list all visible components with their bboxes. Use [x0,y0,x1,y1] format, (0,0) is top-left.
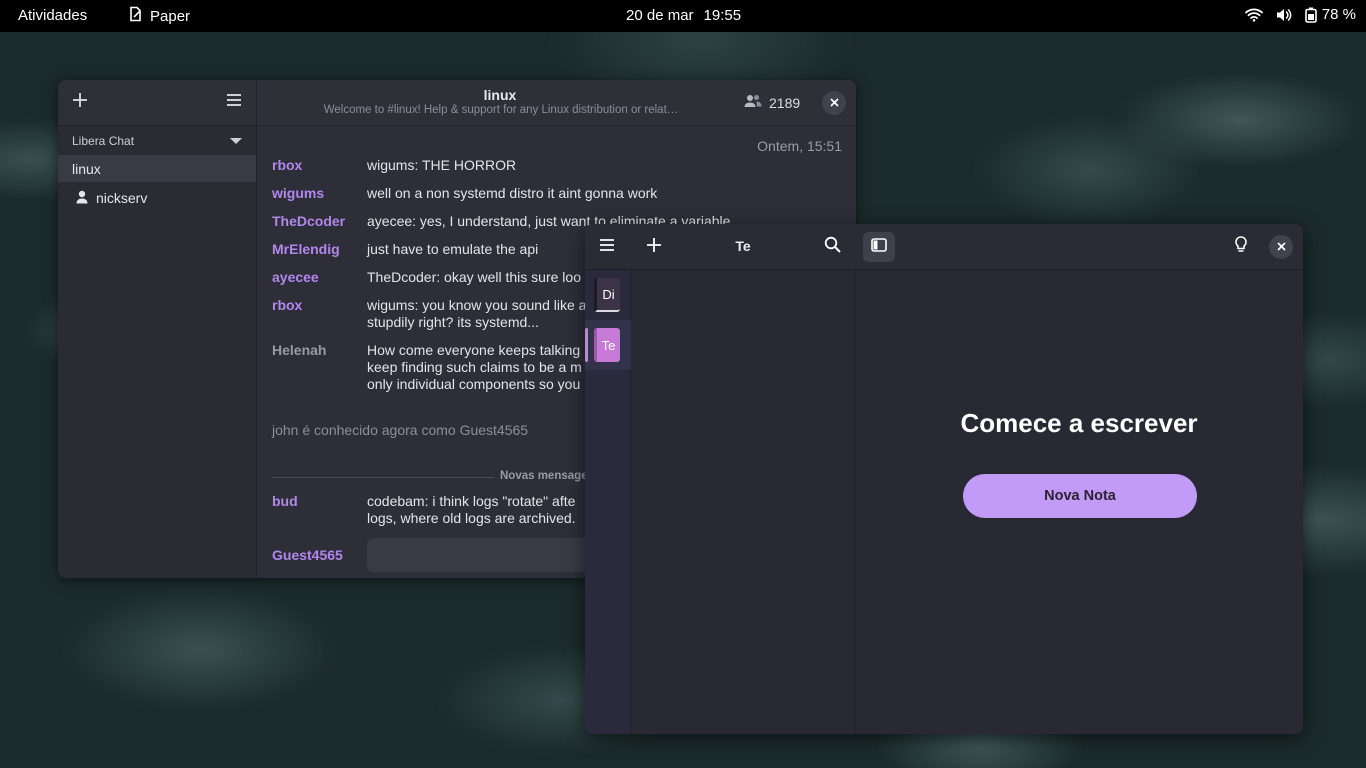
app-menu-button[interactable]: Paper [128,6,190,26]
message-nick[interactable]: TheDcoder [272,213,345,230]
date-marker: Ontem, 15:51 [757,138,842,154]
irc-sidebar-header [58,80,256,126]
empty-state-title: Comece a escrever [960,408,1198,438]
network-name: Libera Chat [72,133,135,148]
user-count: 2189 [769,94,801,111]
tips-button[interactable] [1225,232,1257,262]
search-icon [824,236,841,258]
battery-icon [1304,7,1317,23]
users-icon [744,94,762,111]
activities-button[interactable]: Atividades [18,7,87,24]
close-icon [829,94,839,112]
user-list-button[interactable]: 2189 [744,94,800,111]
menu-icon[interactable] [226,93,242,112]
query-item-nickserv[interactable]: nickserv [58,182,256,214]
message-text: wigums: THE HORROR [367,157,517,173]
battery-percent: 78 % [1321,6,1356,23]
lightbulb-icon [1234,236,1248,258]
message-text: codebam: i think logs "rotate" afte logs… [367,493,576,526]
message-nick[interactable]: rbox [272,297,302,314]
notebook-item[interactable]: Te [585,320,631,370]
main-menu-button[interactable] [591,232,623,262]
search-button[interactable] [816,232,848,262]
channel-title: linux [483,87,517,103]
notebook-cover: Te [594,328,620,362]
channel-item-linux[interactable]: linux [58,156,256,182]
clock-time: 19:55 [703,7,742,24]
notebook-strip: Di Te [585,270,631,734]
system-message: john é conhecido agora como Guest4565 [272,422,529,438]
paper-app-icon [128,6,144,26]
query-item-label: nickserv [96,190,148,206]
channel-topic[interactable]: Welcome to #linux! Help & support for an… [306,104,696,116]
channel-item-label: linux [72,161,101,177]
close-button[interactable] [1269,235,1293,259]
network-selector[interactable]: Libera Chat [58,126,256,156]
sidebar-icon [871,237,887,257]
message-nick[interactable]: rbox [272,157,302,174]
message-nick[interactable]: ayecee [272,269,319,286]
system-menu-button[interactable]: 78 % [1244,6,1356,23]
clock-date: 20 de mar [626,7,694,24]
notes-list [631,270,855,734]
active-indicator [585,328,588,362]
message-nick[interactable]: bud [272,493,298,510]
message-nick[interactable]: MrElendig [272,241,340,258]
volume-icon [1275,7,1293,23]
add-icon[interactable] [72,92,88,113]
close-icon [1276,238,1286,256]
sidebar-toggle-button[interactable] [863,232,895,262]
chevron-down-icon [230,134,242,148]
wifi-icon [1244,8,1263,22]
notebook-title: Te [735,238,751,254]
message-nick[interactable]: Helenah [272,342,326,359]
notebook-cover: Di [594,278,620,312]
clock-button[interactable]: 20 de mar 19:55 [626,7,741,24]
new-note-button[interactable] [638,232,670,262]
notebook-item[interactable]: Di [585,270,631,320]
notes-window: Te Di Te Comece a escrever Nova Nota [585,224,1303,734]
irc-sidebar: Libera Chat linux nickserv [58,80,257,578]
message-text: well on a non systemd distro it aint gon… [367,185,658,201]
own-nick-button[interactable]: Guest4565 [272,547,343,563]
irc-header: linux Welcome to #linux! Help & support … [258,80,856,126]
add-icon [646,237,662,258]
notes-header: Te [585,224,1303,270]
message-text: How come everyone keeps talking keep fin… [367,342,582,392]
battery-indicator: 78 % [1304,6,1356,23]
user-icon [76,190,88,207]
menu-icon [599,238,615,257]
close-button[interactable] [822,91,846,115]
message-nick[interactable]: wigums [272,185,324,202]
new-note-cta-button[interactable]: Nova Nota [963,474,1197,518]
message-text: wigums: you know you sound like a stupdi… [367,297,587,330]
top-bar: Atividades Paper 20 de mar 19:55 78 % [0,0,1366,32]
app-name: Paper [150,7,191,25]
